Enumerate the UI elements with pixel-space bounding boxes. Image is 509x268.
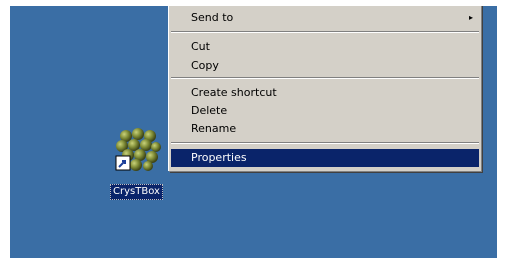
menu-item-cut[interactable]: Cut bbox=[171, 38, 479, 56]
menu-item-create-shortcut[interactable]: Create shortcut bbox=[171, 84, 479, 102]
menu-item-delete[interactable]: Delete bbox=[171, 102, 479, 120]
desktop[interactable]: Send to ▸ Cut Copy Create shortcut Delet… bbox=[10, 6, 497, 258]
desktop-icon-label: CrysTBox bbox=[110, 184, 163, 200]
menu-item-copy[interactable]: Copy bbox=[171, 57, 479, 75]
menu-item-label: Rename bbox=[191, 122, 237, 135]
submenu-arrow-icon: ▸ bbox=[468, 13, 473, 22]
menu-item-properties[interactable]: Properties bbox=[171, 149, 479, 167]
menu-item-send-to[interactable]: Send to ▸ bbox=[171, 9, 479, 27]
menu-item-label: Copy bbox=[191, 59, 219, 72]
crystal-lattice-icon bbox=[115, 128, 161, 171]
menu-item-label: Send to bbox=[191, 11, 234, 24]
menu-item-rename[interactable]: Rename bbox=[171, 120, 479, 138]
menu-item-label: Create shortcut bbox=[191, 86, 277, 99]
menu-separator bbox=[171, 142, 479, 144]
menu-item-label: Delete bbox=[191, 104, 228, 117]
menu-item-label: Properties bbox=[191, 151, 247, 164]
menu-item-label: Cut bbox=[191, 40, 210, 53]
desktop-icon-crystbox[interactable]: CrysTBox bbox=[108, 126, 168, 206]
shortcut-arrow-icon bbox=[115, 155, 131, 171]
menu-separator bbox=[171, 77, 479, 79]
context-menu: Send to ▸ Cut Copy Create shortcut Delet… bbox=[168, 6, 481, 171]
menu-separator bbox=[171, 31, 479, 33]
